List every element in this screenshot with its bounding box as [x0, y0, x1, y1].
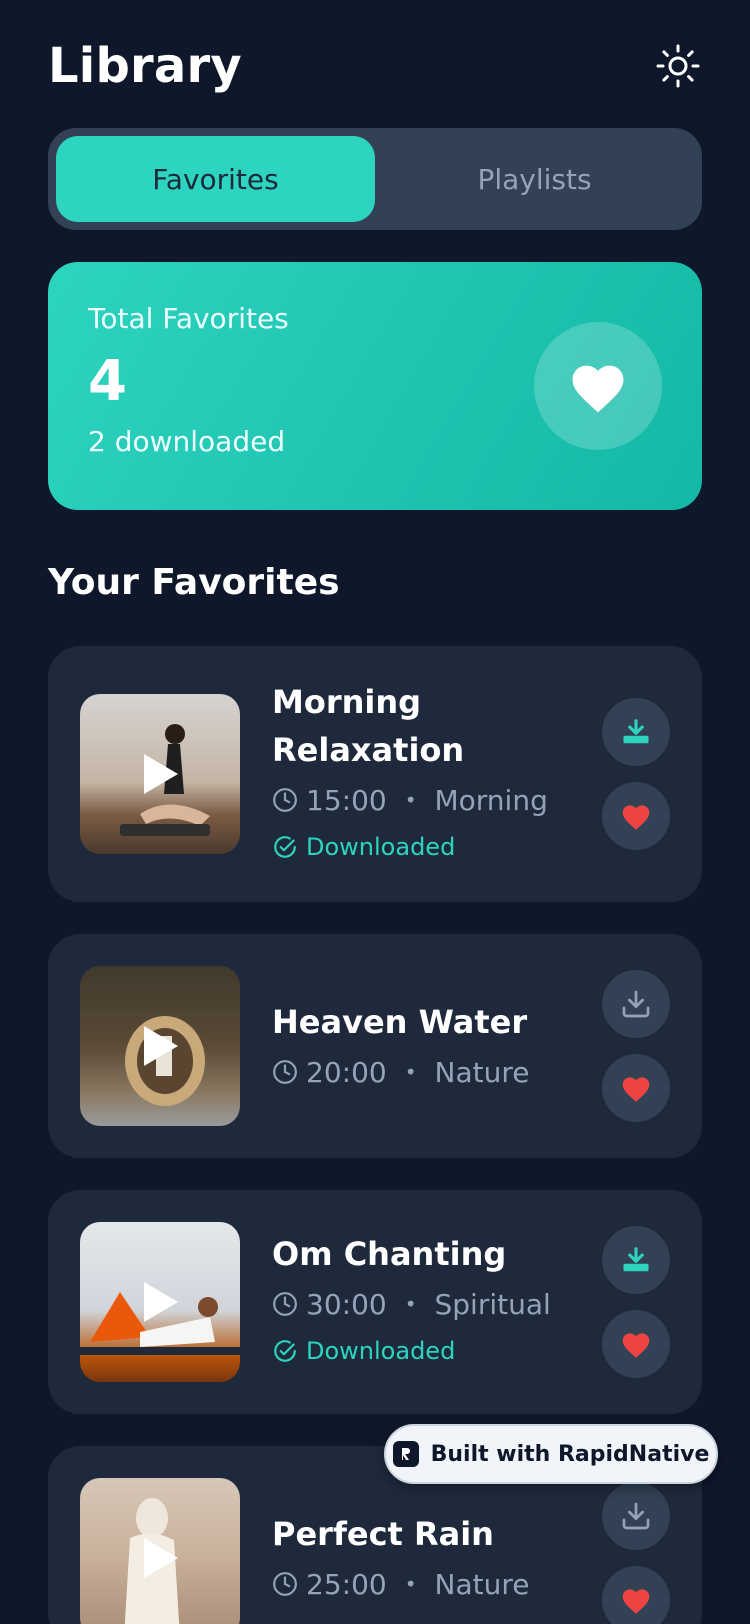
tab-favorites[interactable]: Favorites	[56, 136, 375, 222]
track-duration: 25:00	[306, 1567, 387, 1601]
download-status-label: Downloaded	[306, 833, 456, 861]
download-button[interactable]	[602, 970, 670, 1038]
track-thumbnail[interactable]	[80, 966, 240, 1126]
track-meta: 20:00 • Nature	[272, 1052, 572, 1092]
download-status: Downloaded	[272, 1334, 572, 1368]
track-thumbnail[interactable]	[80, 694, 240, 854]
track-title: Om Chanting	[272, 1235, 507, 1273]
built-with-badge[interactable]: Built with RapidNative	[384, 1424, 718, 1484]
download-filled-icon	[623, 719, 649, 744]
theme-toggle-button[interactable]	[654, 42, 702, 90]
play-icon	[144, 1538, 178, 1578]
track-category: Nature	[434, 1055, 530, 1089]
tab-playlists[interactable]: Playlists	[375, 136, 694, 222]
download-button[interactable]	[602, 1226, 670, 1294]
download-status: Downloaded	[272, 830, 572, 864]
track-info: Om Chanting 30:00 • Spiritual Downloaded	[272, 1230, 572, 1368]
check-circle-icon	[272, 834, 298, 860]
sun-icon	[656, 44, 700, 88]
favorite-button[interactable]	[602, 1054, 670, 1122]
download-icon	[622, 990, 650, 1018]
badge-label: Built with RapidNative	[430, 1441, 710, 1467]
clock-icon	[272, 1059, 298, 1085]
separator-dot: •	[404, 1060, 417, 1084]
track-category: Spiritual	[434, 1287, 551, 1321]
clock-icon	[272, 1291, 298, 1317]
download-button[interactable]	[602, 698, 670, 766]
track-actions	[602, 1482, 670, 1624]
heart-icon	[622, 1333, 650, 1358]
track-meta: 25:00 • Nature	[272, 1564, 572, 1604]
summary-heart-badge	[534, 322, 662, 450]
rapidnative-logo-icon	[392, 1441, 419, 1467]
download-icon	[622, 1502, 650, 1530]
track-meta: 30:00 • Spiritual	[272, 1284, 572, 1324]
track-actions	[602, 970, 670, 1138]
track-card[interactable]: Om Chanting 30:00 • Spiritual Downloaded	[48, 1190, 702, 1414]
play-icon	[144, 1026, 178, 1066]
clock-icon	[272, 787, 298, 813]
track-title: Morning Relaxation	[272, 683, 465, 769]
header: Library	[48, 36, 702, 96]
separator-dot: •	[404, 1292, 417, 1316]
play-icon	[144, 754, 178, 794]
play-button[interactable]	[80, 694, 240, 854]
favorite-button[interactable]	[602, 1310, 670, 1378]
heart-icon	[622, 805, 650, 830]
clock-icon	[272, 1571, 298, 1597]
track-duration: 20:00	[306, 1055, 387, 1089]
check-circle-icon	[272, 1338, 298, 1364]
track-category: Nature	[434, 1567, 530, 1601]
track-title: Perfect Rain	[272, 1515, 494, 1553]
heart-icon	[572, 365, 624, 413]
track-duration: 30:00	[306, 1287, 387, 1321]
track-card[interactable]: Heaven Water 20:00 • Nature	[48, 934, 702, 1158]
play-button[interactable]	[80, 1478, 240, 1624]
download-filled-icon	[623, 1247, 649, 1272]
track-thumbnail[interactable]	[80, 1478, 240, 1624]
track-actions	[602, 698, 670, 866]
track-category: Morning	[434, 783, 548, 817]
page-title: Library	[48, 38, 242, 94]
play-button[interactable]	[80, 966, 240, 1126]
favorites-summary-card: Total Favorites 4 2 downloaded	[48, 262, 702, 510]
track-duration: 15:00	[306, 783, 387, 817]
track-meta: 15:00 • Morning	[272, 780, 572, 820]
library-tabs: Favorites Playlists	[48, 128, 702, 230]
track-card[interactable]: Morning Relaxation 15:00 • Morning Downl…	[48, 646, 702, 902]
play-icon	[144, 1282, 178, 1322]
track-thumbnail[interactable]	[80, 1222, 240, 1382]
separator-dot: •	[404, 788, 417, 812]
separator-dot: •	[404, 1572, 417, 1596]
heart-icon	[622, 1077, 650, 1102]
favorite-button[interactable]	[602, 782, 670, 850]
track-title: Heaven Water	[272, 1003, 528, 1041]
track-info: Morning Relaxation 15:00 • Morning Downl…	[272, 678, 572, 864]
download-status-label: Downloaded	[306, 1337, 456, 1365]
heart-icon	[622, 1589, 650, 1614]
track-info: Heaven Water 20:00 • Nature	[272, 998, 572, 1092]
play-button[interactable]	[80, 1222, 240, 1382]
download-button[interactable]	[602, 1482, 670, 1550]
track-info: Perfect Rain 25:00 • Nature	[272, 1510, 572, 1604]
track-actions	[602, 1226, 670, 1394]
favorite-button[interactable]	[602, 1566, 670, 1624]
section-title: Your Favorites	[48, 562, 340, 603]
